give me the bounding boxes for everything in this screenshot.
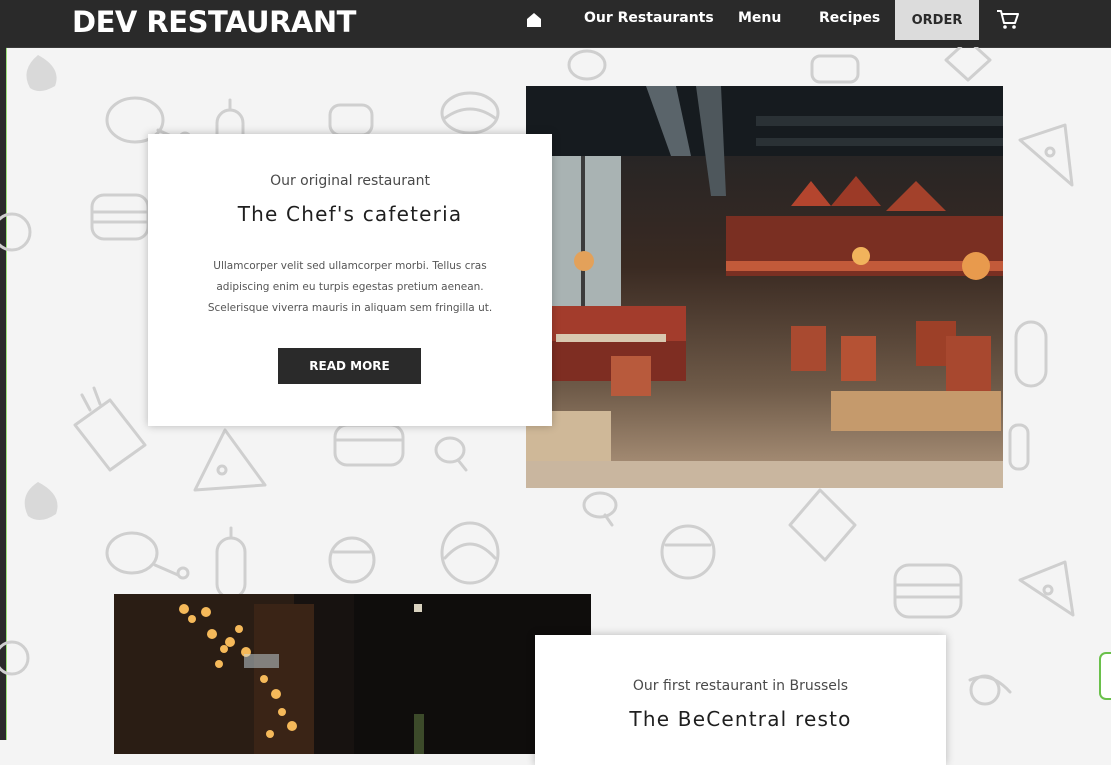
- top-navbar: DEV RESTAURANT Our Restaurants Menu Reci…: [6, 0, 1111, 48]
- bowl-icon: [660, 524, 716, 580]
- bread-icon: [810, 54, 860, 84]
- card-title: The BeCentral resto: [629, 707, 852, 731]
- fries-icon: [73, 386, 147, 472]
- bowl-icon: [328, 536, 376, 584]
- sausage-icon: [215, 526, 247, 600]
- burger-icon: [328, 103, 374, 137]
- strawberry-icon: [24, 482, 58, 521]
- chili-icon: [968, 674, 1012, 706]
- card-description: Ullamcorper velit sed ullamcorper morbi.…: [148, 256, 552, 319]
- strawberry-icon: [26, 55, 57, 92]
- brand-logo[interactable]: DEV RESTAURANT: [72, 5, 356, 39]
- card-eyebrow: Our original restaurant: [270, 173, 430, 189]
- drumstick-icon: [105, 531, 190, 580]
- bun-icon: [0, 212, 32, 252]
- drumstick-icon: [434, 436, 468, 472]
- restaurant-card-becentral: Our first restaurant in Brussels The BeC…: [535, 635, 946, 765]
- sausage-icon: [1014, 320, 1048, 388]
- pizza-slice-icon: [1018, 123, 1074, 187]
- description-line: adipiscing enim eu turpis egestas pretiu…: [216, 281, 484, 293]
- drumstick-icon: [567, 49, 607, 81]
- fries-icon: [788, 488, 857, 562]
- restaurant-photo-chefs-cafeteria: [526, 86, 1003, 488]
- taco-icon: [440, 91, 500, 135]
- card-title: The Chef's cafeteria: [237, 202, 463, 226]
- pizza-slice-icon: [1018, 560, 1075, 617]
- bun-icon: [0, 640, 30, 676]
- card-eyebrow: Our first restaurant in Brussels: [632, 678, 849, 694]
- description-line: Ullamcorper velit sed ullamcorper morbi.…: [213, 260, 487, 272]
- home-icon[interactable]: [525, 11, 543, 29]
- cart-icon[interactable]: [996, 9, 1020, 31]
- burger-icon: [893, 563, 963, 619]
- fries-icon: [944, 47, 992, 82]
- nav-link-our-restaurants[interactable]: Our Restaurants: [584, 10, 714, 26]
- read-more-button[interactable]: READ MORE: [278, 348, 421, 384]
- restaurant-card-chefs-cafeteria: Our original restaurant The Chef's cafet…: [148, 134, 552, 426]
- nav-link-menu[interactable]: Menu: [738, 10, 781, 26]
- chat-widget-tab[interactable]: [1099, 652, 1111, 700]
- burger-icon: [333, 423, 405, 467]
- description-line: Scelerisque viverra mauris in aliquam se…: [207, 302, 493, 314]
- nav-link-recipes[interactable]: Recipes: [819, 10, 880, 26]
- drumstick-icon: [582, 491, 618, 527]
- restaurant-photo-becentral: [114, 594, 591, 754]
- burger-icon: [1008, 423, 1030, 471]
- taco-icon: [440, 521, 500, 585]
- burger-icon: [90, 193, 150, 241]
- order-button[interactable]: ORDER: [895, 0, 979, 40]
- pizza-slice-icon: [193, 428, 267, 492]
